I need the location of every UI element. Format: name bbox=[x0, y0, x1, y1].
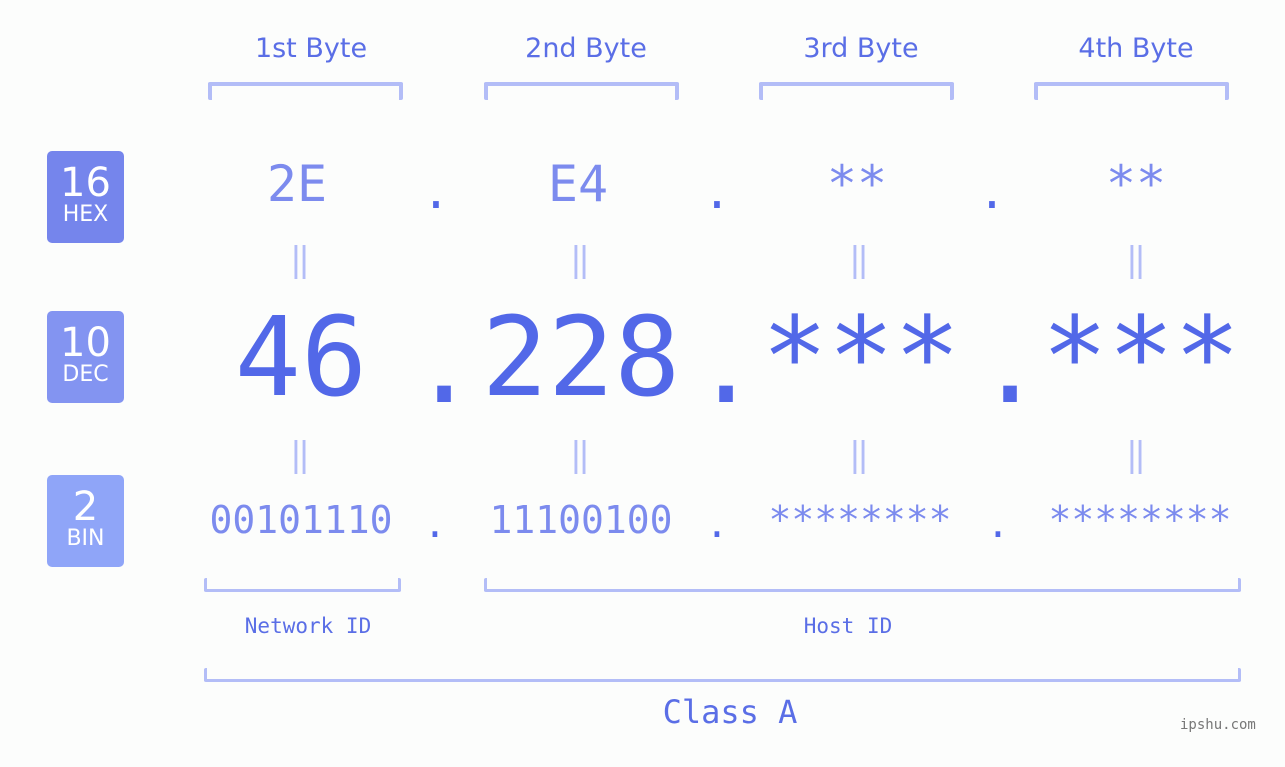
dec-dot-3: . bbox=[977, 300, 1044, 428]
dec-badge: 10 DEC bbox=[47, 311, 124, 403]
byte-header-3: 3rd Byte bbox=[803, 33, 919, 64]
byte-header-4: 4th Byte bbox=[1078, 33, 1194, 64]
watermark: ipshu.com bbox=[1180, 717, 1256, 733]
equals-hex-dec-2: ‖ bbox=[569, 240, 591, 280]
hex-byte-4: ** bbox=[1105, 155, 1167, 213]
bin-badge-label: BIN bbox=[66, 526, 105, 551]
bin-byte-3: ******** bbox=[768, 498, 952, 542]
class-label: Class A bbox=[662, 693, 798, 731]
hex-byte-3: ** bbox=[826, 155, 888, 213]
hex-dot-2: . bbox=[703, 165, 731, 219]
dec-byte-4: *** bbox=[1041, 293, 1241, 421]
equals-hex-dec-4: ‖ bbox=[1125, 240, 1147, 280]
hex-byte-2: E4 bbox=[547, 155, 609, 213]
hex-dot-1: . bbox=[422, 165, 450, 219]
equals-hex-dec-3: ‖ bbox=[848, 240, 870, 280]
dec-dot-2: . bbox=[693, 300, 760, 428]
byte-bracket-4 bbox=[1034, 82, 1229, 100]
equals-dec-bin-3: ‖ bbox=[848, 435, 870, 475]
byte-bracket-2 bbox=[484, 82, 679, 100]
dec-badge-label: DEC bbox=[62, 362, 109, 387]
byte-header-2: 2nd Byte bbox=[525, 33, 647, 64]
hex-byte-1: 2E bbox=[266, 155, 328, 213]
host-id-label: Host ID bbox=[803, 614, 893, 638]
bin-badge: 2 BIN bbox=[47, 475, 124, 567]
hex-badge: 16 HEX bbox=[47, 151, 124, 243]
host-id-bracket bbox=[484, 578, 1241, 592]
bin-badge-number: 2 bbox=[72, 484, 99, 530]
byte-bracket-3 bbox=[759, 82, 954, 100]
hex-badge-label: HEX bbox=[62, 202, 109, 227]
hex-dot-3: . bbox=[978, 165, 1006, 219]
bin-dot-2: . bbox=[705, 502, 729, 546]
dec-byte-1: 46 bbox=[234, 293, 368, 421]
dec-byte-2: 228 bbox=[481, 293, 681, 421]
equals-dec-bin-2: ‖ bbox=[569, 435, 591, 475]
network-id-label: Network ID bbox=[244, 614, 372, 638]
bin-byte-2: 11100100 bbox=[489, 498, 673, 542]
dec-dot-1: . bbox=[411, 300, 478, 428]
network-id-bracket bbox=[204, 578, 401, 592]
bin-byte-1: 00101110 bbox=[209, 498, 393, 542]
equals-dec-bin-1: ‖ bbox=[289, 435, 311, 475]
bin-dot-3: . bbox=[986, 502, 1010, 546]
class-bracket bbox=[204, 668, 1241, 682]
byte-header-1: 1st Byte bbox=[254, 33, 368, 64]
bin-byte-4: ******** bbox=[1048, 498, 1232, 542]
bin-dot-1: . bbox=[423, 502, 447, 546]
hex-badge-number: 16 bbox=[60, 160, 111, 206]
dec-byte-3: *** bbox=[761, 293, 961, 421]
dec-badge-number: 10 bbox=[60, 320, 111, 366]
equals-dec-bin-4: ‖ bbox=[1125, 435, 1147, 475]
byte-bracket-1 bbox=[208, 82, 403, 100]
equals-hex-dec-1: ‖ bbox=[289, 240, 311, 280]
